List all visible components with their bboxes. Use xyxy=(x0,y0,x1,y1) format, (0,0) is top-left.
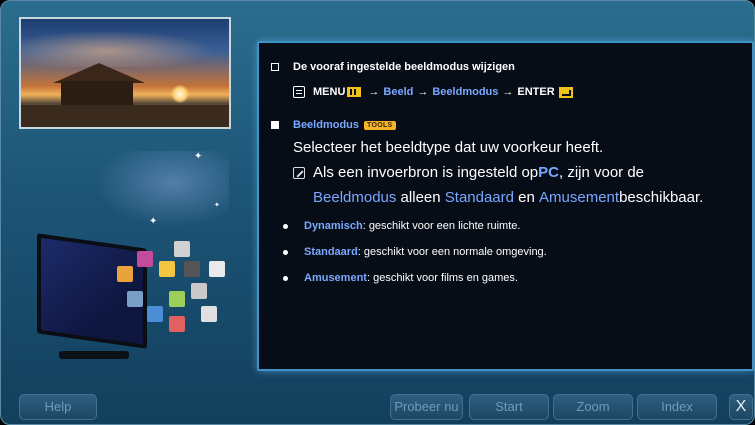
zoom-button[interactable]: Zoom xyxy=(553,394,633,420)
app-tile-icon xyxy=(169,316,185,332)
bullet-text: : geschikt voor een normale omgeving. xyxy=(357,246,547,258)
note-text: Als een invoerbron is ingesteld op xyxy=(313,164,539,181)
bullet-term: Standaard xyxy=(304,246,358,258)
index-button[interactable]: Index xyxy=(637,394,717,420)
note-line-1: Als een invoerbron is ingesteld op PC , … xyxy=(293,164,644,181)
path-arrow: → xyxy=(417,86,429,98)
close-button[interactable]: X xyxy=(729,394,753,420)
try-now-button[interactable]: Probeer nu xyxy=(390,394,463,420)
sun xyxy=(171,85,189,103)
app-tile-icon xyxy=(201,306,217,322)
heading-row: De vooraf ingestelde beeldmodus wijzigen xyxy=(271,61,515,73)
list-item: Standaard : geschikt voor een normale om… xyxy=(283,246,547,258)
note-text: alleen xyxy=(396,189,445,206)
sparkle-icon: ✦ xyxy=(194,151,203,162)
bullet-icon xyxy=(283,223,288,229)
light-glow xyxy=(89,151,229,231)
bullet-text: : geschikt voor een lichte ruimte. xyxy=(362,220,521,232)
bullet-icon xyxy=(283,275,288,281)
tools-badge: TOOLS xyxy=(364,120,396,130)
path-beeld: Beeld xyxy=(383,86,414,98)
square-bullet-icon xyxy=(271,63,279,71)
app-tile-icon xyxy=(117,266,133,282)
note-amusement: Amusement xyxy=(539,189,620,206)
help-content-panel: De vooraf ingestelde beeldmodus wijzigen… xyxy=(257,41,754,371)
ground xyxy=(21,105,229,127)
bullet-term: Dynamisch xyxy=(304,220,363,232)
list-item: Dynamisch : geschikt voor een lichte rui… xyxy=(283,220,520,232)
help-button[interactable]: Help xyxy=(19,394,97,420)
note-line-2: Beeldmodus alleen Standaard en Amusement… xyxy=(313,189,703,206)
app-tile-icon xyxy=(169,291,185,307)
filled-square-bullet-icon xyxy=(271,121,279,129)
app-tile-icon xyxy=(137,251,153,267)
tv-stand xyxy=(59,351,129,359)
menu-path: MENU → Beeld → Beeldmodus → ENTER xyxy=(293,86,573,98)
section-title-row: Beeldmodus TOOLS xyxy=(271,119,396,131)
start-button[interactable]: Start xyxy=(469,394,549,420)
list-item: Amusement : geschikt voor films en games… xyxy=(283,272,518,284)
app-tile-icon xyxy=(191,283,207,299)
app-tile-icon xyxy=(147,306,163,322)
path-beeldmodus: Beeldmodus xyxy=(432,86,499,98)
menu-icon xyxy=(347,87,362,97)
bottom-bar: Help Probeer nu Start Zoom Index X xyxy=(1,386,754,424)
landscape-photo xyxy=(19,17,231,129)
bullet-term: Amusement xyxy=(304,272,367,284)
note-text: , zijn voor de xyxy=(558,164,645,181)
pencil-icon xyxy=(293,166,305,179)
section-title: Beeldmodus xyxy=(293,119,360,131)
note-standaard: Standaard xyxy=(444,189,514,206)
app-tile-icon xyxy=(174,241,190,257)
memo-icon xyxy=(293,86,305,98)
help-window: ✦ ✦ ✦ De vooraf ingestelde beeldmodus wi… xyxy=(0,0,755,425)
app-tile-icon xyxy=(209,261,225,277)
sky-clouds xyxy=(21,27,229,67)
note-pc: PC xyxy=(538,164,559,181)
note-beeldmodus: Beeldmodus xyxy=(313,189,397,206)
bullet-text: : geschikt voor films en games. xyxy=(366,272,518,284)
enter-label: ENTER xyxy=(517,86,555,98)
sparkle-icon: ✦ xyxy=(149,216,158,227)
menu-label: MENU xyxy=(313,86,346,98)
description: Selecteer het beeldtype dat uw voorkeur … xyxy=(293,139,604,156)
barn-roof xyxy=(53,63,145,83)
enter-icon xyxy=(558,86,573,98)
path-arrow: → xyxy=(368,86,380,98)
bullet-icon xyxy=(283,249,288,255)
app-tile-icon xyxy=(159,261,175,277)
sparkle-icon: ✦ xyxy=(214,202,220,209)
note-text: en xyxy=(514,189,540,206)
note-text: beschikbaar. xyxy=(619,189,704,206)
heading: De vooraf ingestelde beeldmodus wijzigen xyxy=(293,61,515,73)
path-arrow: → xyxy=(502,86,514,98)
tv-illustration: ✦ ✦ ✦ xyxy=(19,141,244,371)
app-tile-icon xyxy=(184,261,200,277)
app-tile-icon xyxy=(127,291,143,307)
